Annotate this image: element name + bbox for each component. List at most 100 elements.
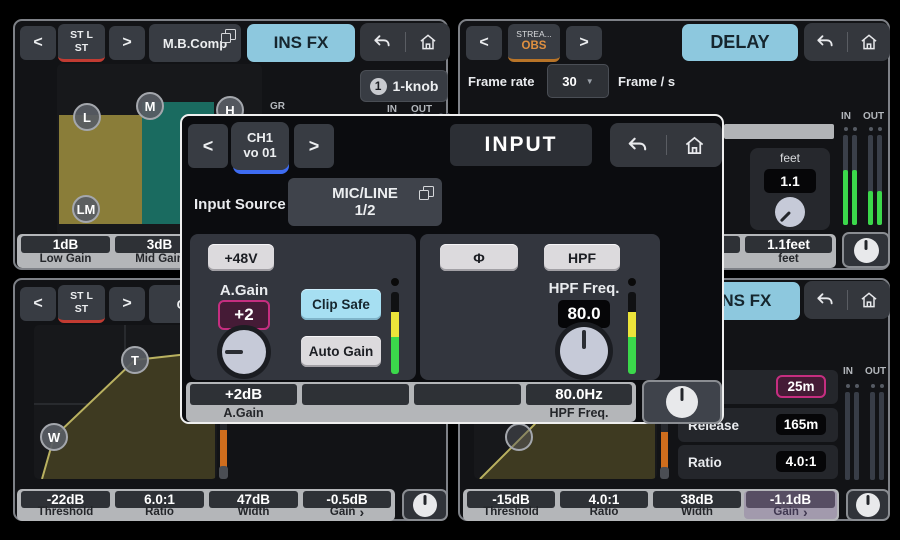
- next-channel-button[interactable]: >: [294, 124, 334, 168]
- input-source-line1: MIC/LINE: [332, 185, 398, 202]
- channel-name: STREA...: [516, 30, 551, 40]
- next-channel-button[interactable]: >: [566, 26, 602, 60]
- handle-mid[interactable]: M: [136, 92, 164, 120]
- nav-divider: [847, 32, 848, 52]
- param-footer: +2dB A.Gain 80.0Hz HPF Freq.: [186, 382, 636, 422]
- clip-safe-button[interactable]: Clip Safe: [301, 289, 381, 320]
- meter-peak-dot: [628, 278, 636, 286]
- meter-peak-dot: [391, 278, 399, 286]
- home-icon[interactable]: [859, 290, 879, 310]
- channel-select-button[interactable]: STREA... OBS: [508, 24, 560, 62]
- undo-icon[interactable]: [372, 32, 392, 52]
- home-icon[interactable]: [859, 32, 879, 52]
- param-cell-gain[interactable]: -0.5dB Gain›: [301, 491, 393, 519]
- gr-meter-cap: [660, 467, 669, 479]
- knob-icon: [854, 238, 879, 263]
- nav-block: [804, 281, 890, 319]
- knob-icon: [413, 493, 437, 517]
- channel-select-button[interactable]: ST L ST: [58, 285, 105, 323]
- touch-knob-button[interactable]: [402, 489, 448, 521]
- next-channel-button[interactable]: >: [109, 287, 145, 321]
- touch-knob-button[interactable]: [846, 489, 890, 521]
- param-label: [300, 406, 411, 420]
- param-cell-again[interactable]: +2dB A.Gain: [188, 384, 299, 420]
- param-row-value[interactable]: 4.0:1: [776, 451, 826, 472]
- feet-knob[interactable]: [769, 191, 811, 233]
- param-value: +2dB: [190, 384, 297, 405]
- hpf-card: Φ HPF HPF Freq. 80.0: [420, 234, 660, 380]
- touch-knob-button[interactable]: [842, 232, 890, 268]
- phantom-48v-button[interactable]: +48V: [208, 244, 274, 271]
- param-cell-threshold[interactable]: -15dB Threshold: [465, 491, 557, 519]
- one-knob-button[interactable]: 1 1-knob: [360, 70, 448, 102]
- undo-icon[interactable]: [626, 134, 649, 157]
- handle-lowmid[interactable]: LM: [72, 195, 100, 223]
- again-knob[interactable]: [217, 325, 271, 379]
- frame-rate-dropdown[interactable]: 30 ▼: [547, 64, 609, 98]
- input-source-button[interactable]: MIC/LINE 1/2: [288, 178, 442, 226]
- nav-divider: [405, 32, 406, 52]
- param-label: Ratio: [113, 505, 206, 519]
- param-row-value[interactable]: 25m: [776, 375, 826, 398]
- param-value: 1.1feet: [745, 236, 832, 253]
- param-row-label: Ratio: [688, 455, 722, 470]
- param-cell[interactable]: 1dB Low Gain: [19, 236, 112, 266]
- next-channel-button[interactable]: >: [109, 26, 145, 60]
- param-cell[interactable]: 1.1feet feet: [743, 236, 834, 266]
- handle-partial[interactable]: [505, 423, 533, 451]
- param-cell-gain-selected[interactable]: -1.1dB Gain›: [744, 491, 837, 519]
- param-row-value[interactable]: 165m: [776, 414, 826, 435]
- tab-ins-fx[interactable]: INS FX: [247, 24, 355, 62]
- handle-width[interactable]: W: [40, 423, 68, 451]
- undo-icon[interactable]: [815, 290, 835, 310]
- input-dialog: < CH1 vo 01 > INPUT Input Source MIC/LIN…: [180, 114, 724, 424]
- prev-channel-button[interactable]: <: [188, 124, 228, 168]
- in-label: IN: [843, 366, 853, 377]
- delay-scale-bar[interactable]: [724, 124, 834, 139]
- auto-gain-button[interactable]: Auto Gain: [301, 336, 381, 367]
- meter-dot: [869, 127, 873, 131]
- chevron-right-icon: ›: [359, 504, 364, 520]
- param-label: [412, 406, 523, 420]
- param-cell-width[interactable]: 47dB Width: [207, 491, 300, 519]
- channel-select-button[interactable]: CH1 vo 01: [231, 122, 289, 170]
- feet-value[interactable]: 1.1: [764, 169, 816, 193]
- meter-dot: [844, 127, 848, 131]
- handle-threshold[interactable]: T: [121, 346, 149, 374]
- param-cell-ratio[interactable]: 4.0:1 Ratio: [558, 491, 650, 519]
- param-cell-width[interactable]: 38dB Width: [651, 491, 743, 519]
- gr-meter-fill: [661, 432, 668, 469]
- param-cell-threshold[interactable]: -22dB Threshold: [19, 491, 112, 519]
- frame-rate-value: 30: [562, 74, 576, 89]
- input-source-label: Input Source: [194, 196, 286, 213]
- preset-button[interactable]: M.B.Comp: [149, 24, 241, 62]
- param-label: Low Gain: [19, 252, 112, 266]
- param-cell-ratio[interactable]: 6.0:1 Ratio: [113, 491, 206, 519]
- undo-icon[interactable]: [815, 32, 835, 52]
- param-cell-hpf-freq[interactable]: 80.0Hz HPF Freq.: [524, 384, 634, 420]
- channel-select-button[interactable]: ST L ST: [58, 24, 105, 62]
- param-row-ratio[interactable]: Ratio 4.0:1: [678, 445, 838, 479]
- one-knob-badge-icon: 1: [370, 78, 387, 95]
- hpf-freq-knob[interactable]: [555, 322, 613, 380]
- prev-channel-button[interactable]: <: [20, 26, 56, 60]
- prev-channel-button[interactable]: <: [20, 287, 56, 321]
- phase-button[interactable]: Φ: [440, 244, 518, 271]
- in-meter: [854, 392, 859, 480]
- tab-delay[interactable]: DELAY: [682, 24, 798, 61]
- prev-channel-button[interactable]: <: [466, 26, 502, 60]
- param-cell[interactable]: [412, 384, 523, 420]
- nav-block: [610, 123, 722, 167]
- param-value: 1dB: [21, 236, 110, 253]
- home-icon[interactable]: [683, 134, 706, 157]
- param-cell[interactable]: [300, 384, 411, 420]
- out-meter: [868, 135, 873, 225]
- touch-knob-button[interactable]: [642, 380, 722, 424]
- home-icon[interactable]: [418, 32, 438, 52]
- param-label: Ratio: [558, 505, 650, 519]
- preset-label: M.B.Comp: [163, 36, 227, 51]
- chevron-down-icon: ▼: [586, 77, 594, 86]
- handle-low[interactable]: L: [73, 103, 101, 131]
- hpf-button[interactable]: HPF: [544, 244, 620, 271]
- nav-block: [804, 23, 890, 61]
